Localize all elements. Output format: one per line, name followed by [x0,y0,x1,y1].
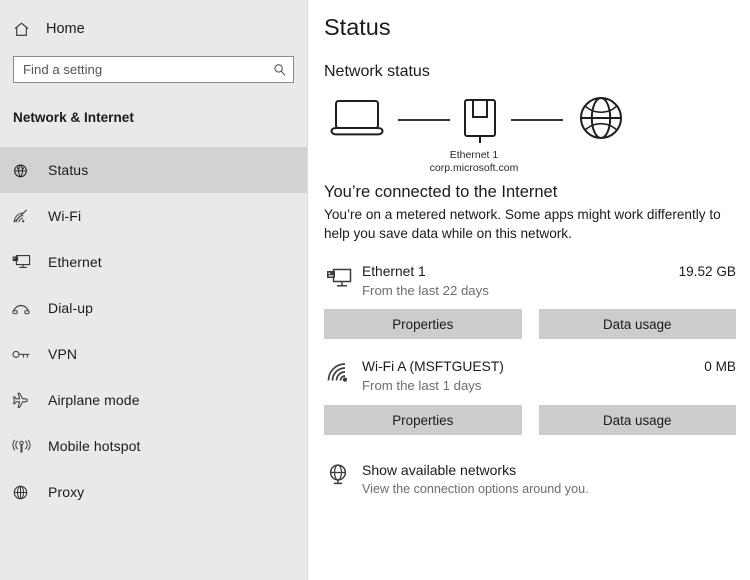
wifi-properties-button[interactable]: Properties [324,405,522,435]
diagram-caption-line2: corp.microsoft.com [324,162,624,175]
sidebar-item-label: Airplane mode [48,392,140,408]
search-box[interactable] [13,56,294,83]
sidebar-item-proxy[interactable]: Proxy [0,469,307,515]
show-networks-title: Show available networks [362,461,589,479]
adapter-sub: From the last 1 days [362,377,704,395]
ethernet-monitor-icon [326,263,362,291]
sidebar-item-label: Dial-up [48,300,93,316]
sidebar-item-ethernet[interactable]: Ethernet [0,239,307,285]
home-label: Home [46,21,85,37]
main-content: Status Network status [308,0,750,580]
sidebar-section-title: Network & Internet [0,110,307,125]
sidebar-item-airplane-mode[interactable]: Airplane mode [0,377,307,423]
page-title: Status [324,14,736,41]
adapter-usage: 0 MB [704,358,736,374]
sidebar-item-vpn[interactable]: VPN [0,331,307,377]
ethernet-properties-button[interactable]: Properties [324,309,522,339]
adapter-sub: From the last 22 days [362,282,679,300]
wifi-signal-icon [326,358,362,386]
sidebar-item-label: Proxy [48,484,84,500]
ethernet-button-row: Properties Data usage [324,309,736,339]
wifi-button-row: Properties Data usage [324,405,736,435]
diagram-caption-line1: Ethernet 1 [324,149,624,162]
sidebar-item-home[interactable]: Home [0,12,307,46]
adapter-name: Ethernet 1 [362,263,679,281]
sidebar-item-wifi[interactable]: Wi-Fi [0,193,307,239]
sidebar-item-label: Mobile hotspot [48,438,140,454]
dialup-phone-icon [12,301,36,315]
search-input[interactable] [23,57,271,82]
status-globe-icon [12,162,36,179]
globe-icon [581,98,621,138]
sidebar: Home Network & Internet [0,0,308,580]
adapter-name: Wi-Fi A (MSFTGUEST) [362,358,704,376]
sidebar-item-dialup[interactable]: Dial-up [0,285,307,331]
sidebar-nav: Status Wi-Fi [0,147,307,515]
home-icon [13,21,39,38]
network-diagram: Ethernet 1 corp.microsoft.com [324,95,736,179]
connection-headline: You’re connected to the Internet [324,183,736,202]
sidebar-item-status[interactable]: Status [0,147,307,193]
hotspot-icon [12,439,36,454]
airplane-icon [12,392,36,409]
sidebar-item-label: Status [48,162,88,178]
show-networks-sub: View the connection options around you. [362,481,589,498]
wifi-icon [12,208,36,224]
network-status-heading: Network status [324,63,736,81]
network-globe-icon [326,461,362,487]
sidebar-item-label: VPN [48,346,77,362]
sidebar-item-mobile-hotspot[interactable]: Mobile hotspot [0,423,307,469]
connection-description: You’re on a metered network. Some apps m… [324,205,724,244]
vpn-key-icon [12,348,36,361]
settings-window: Home Network & Internet [0,0,750,580]
ethernet-data-usage-button[interactable]: Data usage [539,309,737,339]
adapter-row-wifi: Wi-Fi A (MSFTGUEST) From the last 1 days… [324,358,736,395]
diagram-caption: Ethernet 1 corp.microsoft.com [324,149,624,175]
laptop-icon [332,101,383,134]
wifi-data-usage-button[interactable]: Data usage [539,405,737,435]
proxy-globe-icon [12,484,36,501]
show-available-networks[interactable]: Show available networks View the connect… [324,461,736,498]
adapter-usage: 19.52 GB [679,263,736,279]
ethernet-icon [12,254,36,270]
search-icon[interactable] [271,63,289,77]
sidebar-item-label: Wi-Fi [48,208,81,224]
sidebar-item-label: Ethernet [48,254,102,270]
ethernet-port-icon [465,100,495,143]
adapter-row-ethernet: Ethernet 1 From the last 22 days 19.52 G… [324,263,736,300]
